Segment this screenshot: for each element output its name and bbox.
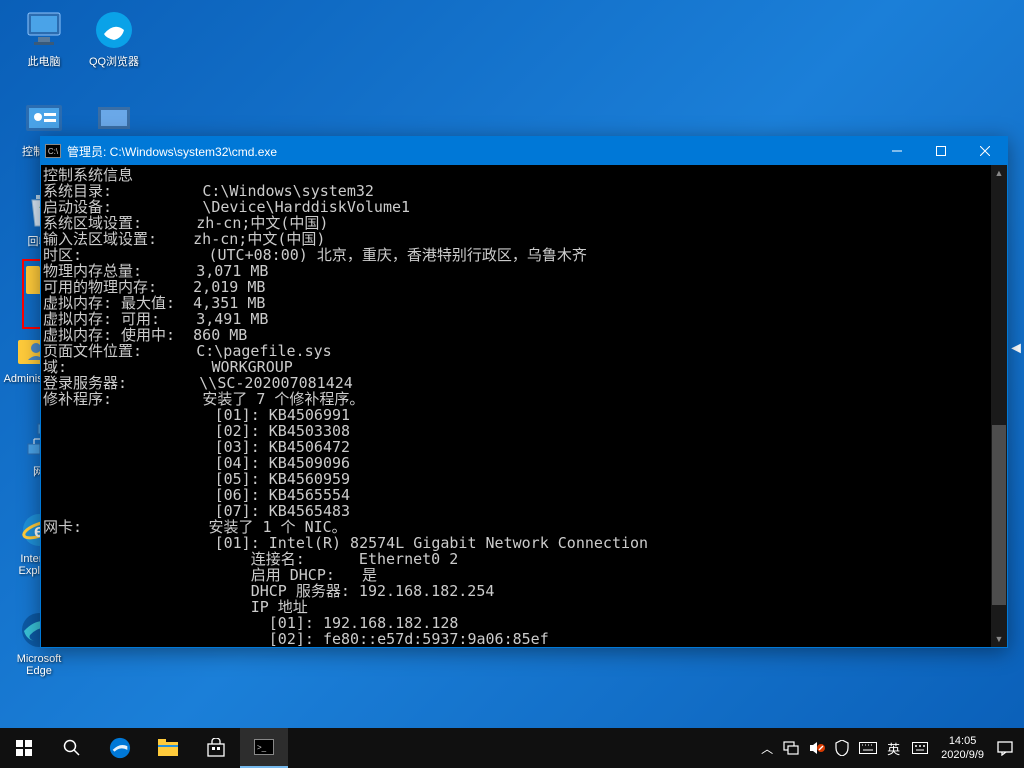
desktop-icon-qq[interactable]: QQ浏览器 bbox=[80, 10, 148, 69]
generic-icon bbox=[94, 100, 134, 140]
scrollbar-arrow-down-icon[interactable]: ▼ bbox=[991, 631, 1007, 647]
desktop-icon-label: QQ浏览器 bbox=[80, 53, 148, 69]
tray-ime-lang[interactable]: 英 bbox=[882, 728, 907, 768]
scrollbar-arrow-up-icon[interactable]: ▲ bbox=[991, 165, 1007, 181]
tray-keyboard-icon[interactable] bbox=[854, 728, 882, 768]
desktop[interactable]: 此电脑QQ浏览器控制面板回收站Administrator网络eInternet … bbox=[0, 0, 1024, 768]
desktop-icon-label: Microsoft Edge bbox=[5, 653, 73, 677]
cmd-icon: C:\ bbox=[45, 144, 61, 158]
taskbar-cmd-icon[interactable]: >_ bbox=[240, 728, 288, 768]
scrollbar[interactable]: ▲ ▼ bbox=[991, 165, 1007, 647]
control-icon bbox=[24, 100, 64, 140]
system-tray[interactable]: ︿ 英 14:05 2020/9/9 bbox=[756, 728, 1024, 768]
start-button[interactable] bbox=[0, 728, 48, 768]
taskbar[interactable]: >_ ︿ 英 14:05 2020/9/9 bbox=[0, 728, 1024, 768]
taskbar-edge-icon[interactable] bbox=[96, 728, 144, 768]
close-button[interactable] bbox=[963, 137, 1007, 165]
titlebar[interactable]: C:\ 管理员: C:\Windows\system32\cmd.exe bbox=[41, 137, 1007, 165]
maximize-button[interactable] bbox=[919, 137, 963, 165]
cmd-body: 控制系统信息 系统目录: C:\Windows\system32 启动设备: \… bbox=[41, 165, 1007, 647]
window-title: 管理员: C:\Windows\system32\cmd.exe bbox=[67, 143, 875, 160]
cmd-window[interactable]: C:\ 管理员: C:\Windows\system32\cmd.exe 控制系… bbox=[40, 136, 1008, 648]
taskbar-explorer-icon[interactable] bbox=[144, 728, 192, 768]
resize-arrow-icon: ◄ bbox=[1008, 340, 1024, 358]
tray-volume-icon[interactable] bbox=[804, 728, 830, 768]
tray-time: 14:05 bbox=[941, 734, 984, 748]
desktop-icon-computer[interactable]: 此电脑 bbox=[10, 10, 78, 69]
tray-date: 2020/9/9 bbox=[941, 748, 984, 762]
tray-clock[interactable]: 14:05 2020/9/9 bbox=[933, 734, 992, 762]
tray-security-icon[interactable] bbox=[830, 728, 854, 768]
taskbar-spacer bbox=[288, 728, 756, 768]
minimize-button[interactable] bbox=[875, 137, 919, 165]
scrollbar-thumb[interactable] bbox=[992, 425, 1006, 605]
tray-network-icon[interactable] bbox=[778, 728, 804, 768]
window-controls bbox=[875, 137, 1007, 165]
computer-icon bbox=[24, 10, 64, 50]
qq-icon bbox=[94, 10, 134, 50]
desktop-icon-label: 此电脑 bbox=[10, 53, 78, 69]
taskbar-store-icon[interactable] bbox=[192, 728, 240, 768]
cmd-output[interactable]: 控制系统信息 系统目录: C:\Windows\system32 启动设备: \… bbox=[41, 165, 991, 647]
tray-chevron-up-icon[interactable]: ︿ bbox=[756, 728, 778, 768]
search-button[interactable] bbox=[48, 728, 96, 768]
tray-notifications-icon[interactable] bbox=[992, 728, 1018, 768]
tray-ime-keyboard-icon[interactable] bbox=[907, 728, 933, 768]
